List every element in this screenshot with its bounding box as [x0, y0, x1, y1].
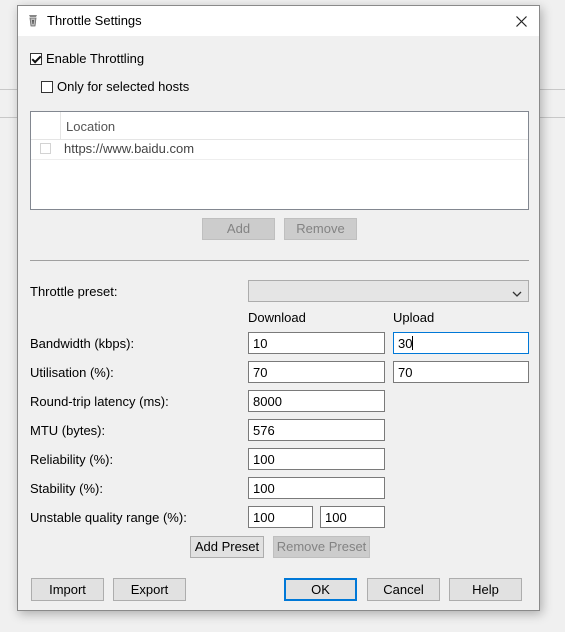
bandwidth-upload-input[interactable]: 30 — [393, 332, 529, 354]
host-row-checkbox[interactable] — [40, 143, 51, 154]
mtu-label: MTU (bytes): — [30, 423, 106, 438]
enable-throttling-checkbox[interactable] — [30, 53, 42, 65]
chevron-down-icon — [512, 286, 522, 297]
remove-host-button[interactable]: Remove — [284, 218, 357, 240]
unstable-range-max-value: 100 — [325, 510, 347, 525]
column-divider — [60, 112, 61, 139]
reliability-label: Reliability (%): — [30, 452, 114, 467]
hosts-list[interactable]: Location https://www.baidu.com — [30, 111, 529, 210]
download-column-label: Download — [248, 310, 306, 325]
close-button[interactable] — [503, 6, 539, 36]
section-divider — [30, 260, 529, 261]
title-bar: Throttle Settings — [18, 6, 539, 36]
hosts-list-header: Location — [31, 112, 528, 140]
mtu-input[interactable]: 576 — [248, 419, 385, 441]
latency-value: 8000 — [253, 394, 282, 409]
add-preset-button[interactable]: Add Preset — [190, 536, 264, 558]
only-selected-hosts-checkbox[interactable] — [41, 81, 53, 93]
reliability-value: 100 — [253, 452, 275, 467]
help-button[interactable]: Help — [449, 578, 522, 601]
ok-button[interactable]: OK — [284, 578, 357, 601]
utilisation-label: Utilisation (%): — [30, 365, 114, 380]
mtu-value: 576 — [253, 423, 275, 438]
upload-column-label: Upload — [393, 310, 435, 325]
cancel-button[interactable]: Cancel — [367, 578, 440, 601]
list-item[interactable]: https://www.baidu.com — [31, 139, 528, 160]
text-caret — [412, 336, 414, 350]
import-button[interactable]: Import — [31, 578, 104, 601]
latency-input[interactable]: 8000 — [248, 390, 385, 412]
unstable-range-label: Unstable quality range (%): — [30, 510, 187, 525]
host-location: https://www.baidu.com — [64, 141, 195, 156]
reliability-input[interactable]: 100 — [248, 448, 385, 470]
unstable-range-min-input[interactable]: 100 — [248, 506, 313, 528]
enable-throttling-label[interactable]: Enable Throttling — [46, 51, 144, 66]
bandwidth-label: Bandwidth (kbps): — [30, 336, 135, 351]
unstable-range-min-value: 100 — [253, 510, 275, 525]
dialog-title: Throttle Settings — [47, 13, 142, 28]
stability-input[interactable]: 100 — [248, 477, 385, 499]
column-header-location[interactable]: Location — [66, 119, 115, 134]
throttle-preset-select[interactable] — [248, 280, 529, 302]
stability-value: 100 — [253, 481, 275, 496]
throttle-preset-label: Throttle preset: — [30, 284, 118, 299]
stability-label: Stability (%): — [30, 481, 103, 496]
export-button[interactable]: Export — [113, 578, 186, 601]
throttle-settings-dialog: Throttle Settings Enable Throttling Only… — [17, 5, 540, 611]
utilisation-upload-value: 70 — [398, 365, 413, 380]
bandwidth-download-input[interactable]: 10 — [248, 332, 385, 354]
utilisation-download-input[interactable]: 70 — [248, 361, 385, 383]
unstable-range-max-input[interactable]: 100 — [320, 506, 385, 528]
latency-label: Round-trip latency (ms): — [30, 394, 169, 409]
bandwidth-download-value: 10 — [253, 336, 268, 351]
bandwidth-upload-value: 30 — [398, 336, 413, 351]
add-host-button[interactable]: Add — [202, 218, 275, 240]
close-icon — [515, 16, 527, 27]
only-selected-hosts-label[interactable]: Only for selected hosts — [57, 79, 189, 94]
remove-preset-button[interactable]: Remove Preset — [273, 536, 370, 558]
utilisation-download-value: 70 — [253, 365, 268, 380]
utilisation-upload-input[interactable]: 70 — [393, 361, 529, 383]
throttle-app-icon — [27, 14, 39, 28]
